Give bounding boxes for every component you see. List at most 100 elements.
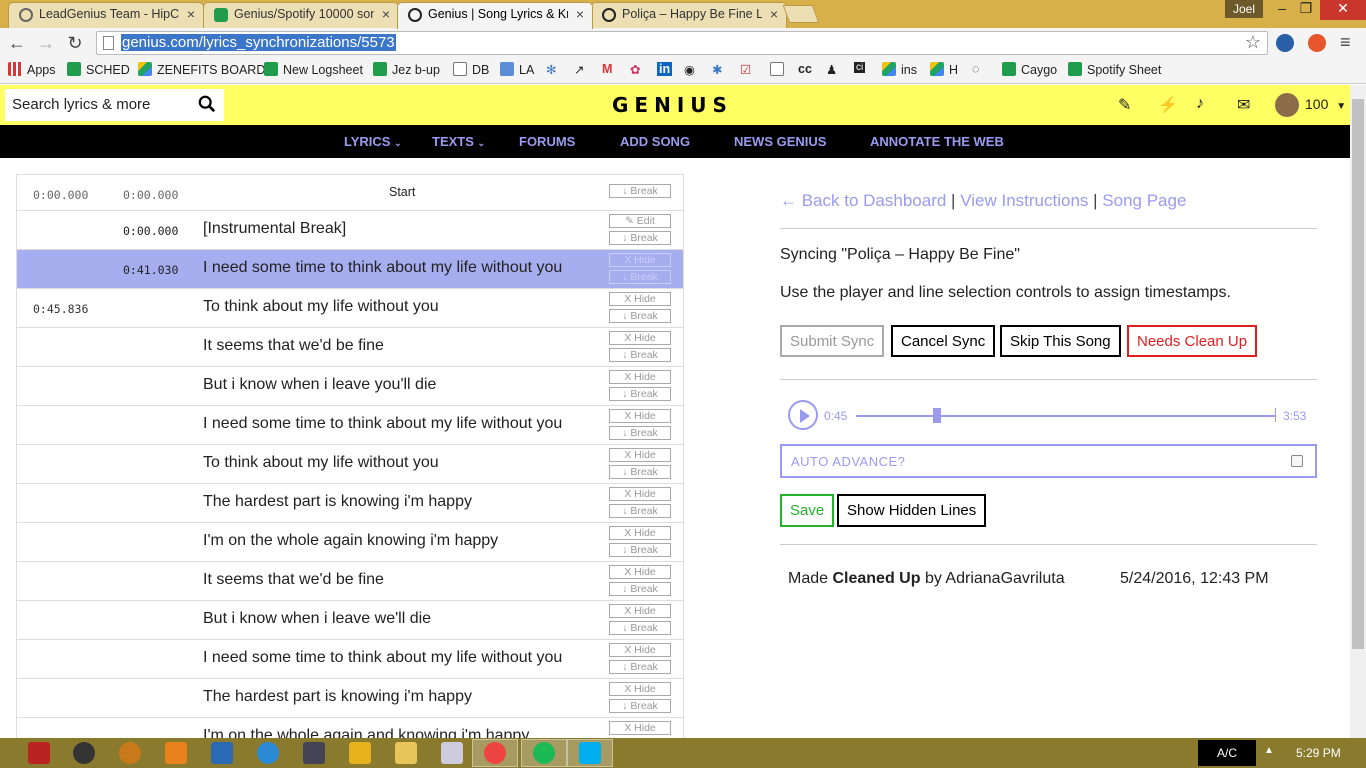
- genius-logo[interactable]: GENIUS: [612, 93, 733, 117]
- lyric-text[interactable]: But i know when i leave you'll die: [203, 376, 436, 394]
- reload-icon[interactable]: ↻: [63, 32, 87, 54]
- bookmark-caygo[interactable]: Caygo: [1002, 62, 1057, 77]
- lyric-row[interactable]: I need some time to think about my life …: [17, 640, 683, 679]
- break-button[interactable]: ↓ Break: [609, 231, 671, 245]
- lyric-text[interactable]: To think about my life without you: [203, 454, 439, 472]
- hide-button[interactable]: X Hide: [609, 487, 671, 501]
- break-button[interactable]: ↓ Break: [609, 621, 671, 635]
- checkbox-icon[interactable]: ☑: [740, 62, 751, 77]
- new-tab-button[interactable]: [782, 5, 820, 23]
- linkedin-icon[interactable]: in: [657, 62, 673, 76]
- bookmark-icon[interactable]: ✱: [712, 62, 722, 77]
- person-icon[interactable]: ♟: [826, 62, 837, 77]
- maximize-icon[interactable]: ❐: [1292, 0, 1320, 20]
- view-instructions-link[interactable]: View Instructions: [960, 191, 1088, 210]
- show-hidden-lines-button[interactable]: Show Hidden Lines: [837, 494, 987, 527]
- hide-button[interactable]: X Hide: [609, 565, 671, 579]
- seek-track[interactable]: [856, 415, 1276, 417]
- lyric-row[interactable]: I'm on the whole again knowing i'm happy…: [17, 523, 683, 562]
- nav-news-genius[interactable]: NEWS GENIUS: [734, 134, 826, 149]
- back-to-dashboard-link[interactable]: ← Back to Dashboard: [780, 191, 946, 210]
- mail-icon[interactable]: ✉: [1237, 95, 1250, 115]
- browser-tab-hipchat[interactable]: LeadGenius Team - HipCh ×: [8, 2, 204, 28]
- hide-button[interactable]: X Hide: [609, 331, 671, 345]
- media-icon[interactable]: [349, 742, 371, 764]
- nav-forums[interactable]: FORUMS: [519, 134, 575, 149]
- break-button[interactable]: ↓ Break: [609, 348, 671, 362]
- song-page-link[interactable]: Song Page: [1102, 191, 1186, 210]
- calculator-icon[interactable]: [441, 742, 463, 764]
- hide-button[interactable]: X Hide: [609, 448, 671, 462]
- bookmark-ins[interactable]: ins: [882, 62, 917, 77]
- app-icon[interactable]: [211, 742, 233, 764]
- tray-arrow-icon[interactable]: ▲: [1264, 745, 1274, 756]
- ie-icon[interactable]: [257, 742, 279, 764]
- lyric-row[interactable]: The hardest part is knowing i'm happy X H…: [17, 484, 683, 523]
- lyric-row[interactable]: 0:41.030 I need some time to think about …: [17, 250, 683, 289]
- bookmark-sched[interactable]: SCHED: [67, 62, 130, 77]
- hide-button[interactable]: X Hide: [609, 643, 671, 657]
- auto-advance-toggle[interactable]: AUTO ADVANCE?: [780, 444, 1317, 478]
- lyric-text[interactable]: But i know when i leave we'll die: [203, 610, 431, 628]
- app-icon[interactable]: [303, 742, 325, 764]
- vlc-icon[interactable]: [165, 742, 187, 764]
- search-input[interactable]: [12, 96, 192, 113]
- spotify-icon[interactable]: [533, 742, 555, 764]
- save-button[interactable]: Save: [780, 494, 835, 527]
- lyric-row[interactable]: It seems that we'd be fine X Hide ↓ Break: [17, 328, 683, 367]
- browser-tab-genius-song[interactable]: Poliça – Happy Be Fine Ly ×: [591, 2, 787, 28]
- play-icon[interactable]: [788, 400, 818, 430]
- hide-button[interactable]: X Hide: [609, 409, 671, 423]
- chrome-menu-icon[interactable]: ≡: [1340, 32, 1351, 53]
- hide-button[interactable]: X Hide: [609, 526, 671, 540]
- skip-song-button[interactable]: Skip This Song: [1000, 325, 1121, 357]
- skype-icon[interactable]: [579, 742, 601, 764]
- bookmark-apps[interactable]: Apps: [8, 62, 56, 77]
- gmail-icon[interactable]: M: [602, 62, 612, 76]
- power-icon[interactable]: [28, 742, 50, 764]
- submit-sync-button[interactable]: Submit Sync: [780, 325, 885, 357]
- scrollbar-thumb[interactable]: [1352, 99, 1364, 649]
- url-text[interactable]: genius.com/lyrics_synchronizations/5573: [121, 34, 396, 51]
- break-button[interactable]: ↓ Break: [609, 184, 671, 198]
- hide-button[interactable]: X Hide: [609, 682, 671, 696]
- extension-icon[interactable]: [1276, 34, 1294, 52]
- break-button[interactable]: ↓ Break: [609, 387, 671, 401]
- lyric-text[interactable]: I'm on the whole again and knowing i'm h…: [203, 727, 529, 738]
- app-icon[interactable]: [73, 742, 95, 764]
- lyric-row[interactable]: 0:00.000 [Instrumental Break] ✎ Edit ↓ Brea…: [17, 211, 683, 250]
- lyric-row[interactable]: The hardest part is knowing i'm happy X H…: [17, 679, 683, 718]
- break-button[interactable]: ↓ Break: [609, 465, 671, 479]
- window-close-icon[interactable]: ✕: [1320, 0, 1366, 20]
- break-button[interactable]: ↓ Break: [609, 699, 671, 713]
- bookmark-db[interactable]: DB: [453, 62, 489, 77]
- lyric-text[interactable]: I need some time to think about my life …: [203, 649, 562, 667]
- address-bar[interactable]: genius.com/lyrics_synchronizations/5573 …: [96, 31, 1268, 55]
- lyric-text[interactable]: The hardest part is knowing i'm happy: [203, 688, 472, 706]
- bookmark-zenefits[interactable]: ZENEFITS BOARD: [138, 62, 265, 77]
- input-indicator[interactable]: A/C: [1198, 740, 1256, 766]
- start-row[interactable]: 0:00.000 0:00.000 Start ↓ Break: [17, 174, 683, 211]
- hide-button[interactable]: X Hide: [609, 253, 671, 267]
- bookmark-new-logsheet[interactable]: New Logsheet: [264, 62, 363, 77]
- bookmark-jez[interactable]: Jez b-up: [373, 62, 440, 77]
- nav-lyrics[interactable]: LYRICS ⌄: [344, 134, 402, 149]
- browser-tab-spreadsheet[interactable]: Genius/Spotify 10000 son ×: [203, 2, 399, 28]
- lyric-text[interactable]: The hardest part is knowing i'm happy: [203, 493, 472, 511]
- close-tab-icon[interactable]: ×: [576, 6, 584, 22]
- break-button[interactable]: ↓ Break: [609, 426, 671, 440]
- lyric-row[interactable]: But i know when i leave we'll die X Hide ↓…: [17, 601, 683, 640]
- bookmark-star-icon[interactable]: ☆: [1245, 32, 1261, 53]
- break-button[interactable]: ↓ Break: [609, 504, 671, 518]
- forward-arrow-icon[interactable]: →: [34, 32, 58, 54]
- auto-advance-checkbox[interactable]: [1291, 455, 1303, 467]
- lyric-row[interactable]: To think about my life without you X Hide…: [17, 445, 683, 484]
- seek-handle[interactable]: [933, 408, 942, 423]
- page-scrollbar[interactable]: [1350, 85, 1366, 738]
- edit-button[interactable]: ✎ Edit: [609, 214, 671, 228]
- bookmark-la[interactable]: LA: [500, 62, 534, 77]
- chat-bubble-icon[interactable]: ◌: [972, 62, 979, 76]
- nav-texts[interactable]: TEXTS ⌄: [432, 134, 485, 149]
- lyric-row[interactable]: It seems that we'd be fine X Hide ↓ Break: [17, 562, 683, 601]
- lyric-row[interactable]: I need some time to think about my life …: [17, 406, 683, 445]
